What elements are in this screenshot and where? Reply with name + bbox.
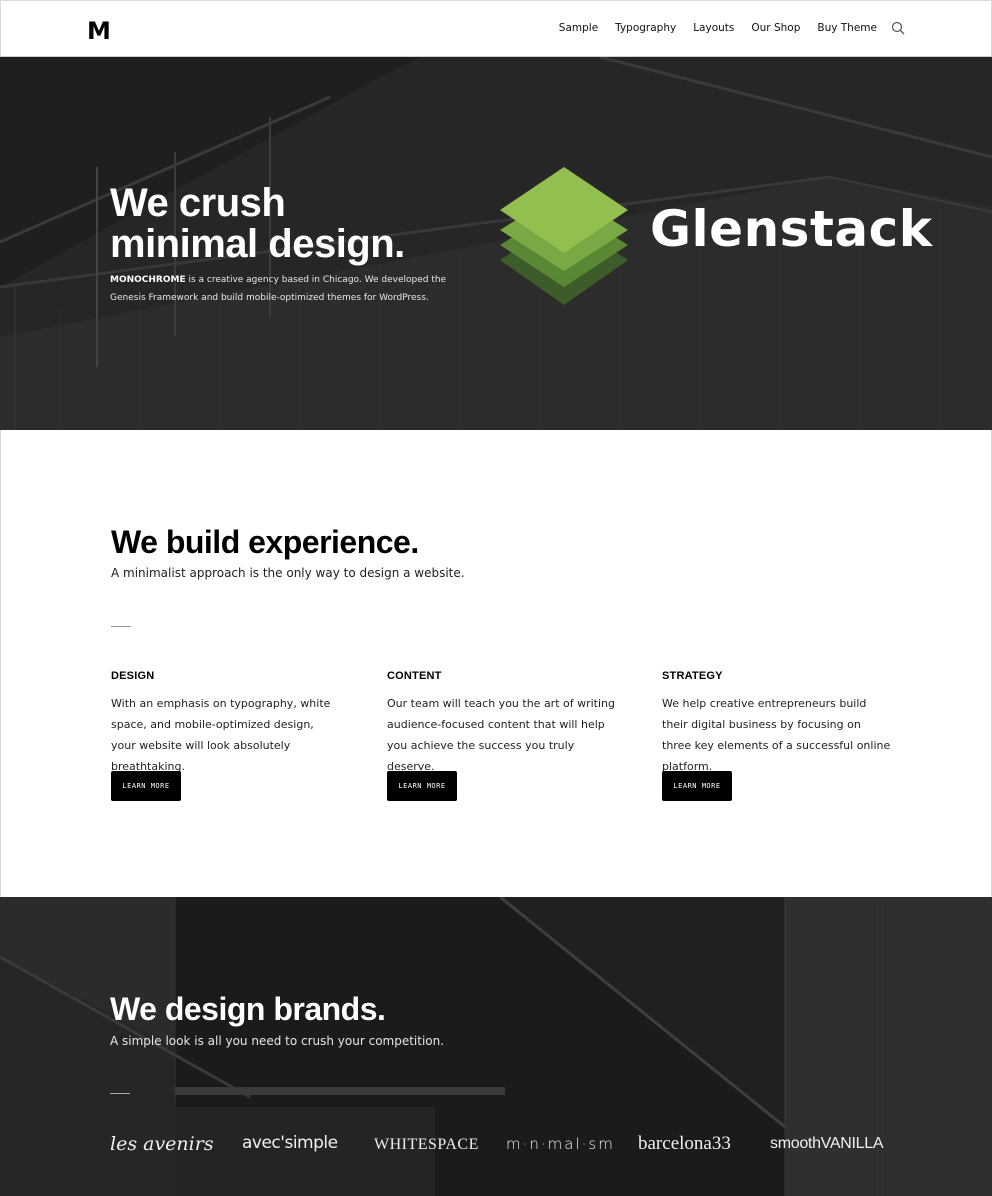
brand-logo-les-avenirs: les avenirs (110, 1133, 214, 1155)
nav-item-sample[interactable]: Sample (559, 22, 598, 34)
brand-logo-avec-simple: avec'simple (242, 1133, 338, 1153)
learn-more-button[interactable]: LEARN MORE (387, 771, 457, 801)
brand-logo-barcelona33: barcelona33 (638, 1133, 731, 1154)
experience-title: We build experience. (111, 524, 419, 560)
brand-logo-whitespace: WHITESPACE (374, 1136, 479, 1153)
site-header: M Sample Typography Layouts Our Shop Buy… (0, 0, 992, 57)
feature-text: We help creative entrepreneurs build the… (662, 697, 891, 773)
brands-title: We design brands. (110, 991, 386, 1027)
feature-column-strategy: STRATEGY We help creative entrepreneurs … (662, 670, 892, 801)
nav-item-layouts[interactable]: Layouts (693, 22, 734, 34)
section-divider (110, 1093, 130, 1094)
hero-section: We crush minimal design. MONOCHROME is a… (0, 57, 992, 430)
brand-logo-minimalism: m·n·mal·sm (506, 1135, 615, 1153)
main-nav: Sample Typography Layouts Our Shop Buy T… (542, 21, 905, 35)
hero-brand-name: MONOCHROME (110, 275, 186, 285)
learn-more-button[interactable]: LEARN MORE (662, 771, 732, 801)
nav-item-our-shop[interactable]: Our Shop (751, 22, 800, 34)
brands-section: We design brands. A simple look is all y… (0, 897, 992, 1196)
hero-desc-line2: Genesis Framework and build mobile-optim… (110, 293, 429, 303)
nav-item-buy-theme[interactable]: Buy Theme (817, 22, 877, 34)
feature-text: Our team will teach you the art of writi… (387, 697, 616, 773)
site-logo[interactable]: M (87, 17, 111, 45)
feature-heading: CONTENT (387, 670, 442, 682)
feature-text: With an emphasis on typography, white sp… (111, 697, 331, 773)
brand-logo-list: les avenirs avec'simple WHITESPACE m·n·m… (110, 1133, 890, 1163)
glenstack-logo-icon (500, 167, 628, 305)
brand-logo-smooth-vanilla: smoothVANILLA (770, 1135, 884, 1152)
experience-section: We build experience. A minimalist approa… (0, 430, 992, 897)
feature-column-design: DESIGN With an emphasis on typography, w… (111, 670, 341, 801)
glenstack-wordmark: Glenstack (650, 200, 933, 258)
feature-heading: STRATEGY (662, 670, 723, 682)
section-divider (111, 626, 131, 627)
hero-title-line2: minimal design. (110, 222, 405, 266)
hero-title: We crush minimal design. (110, 183, 405, 265)
feature-column-content: CONTENT Our team will teach you the art … (387, 670, 617, 801)
hero-description: MONOCHROME is a creative agency based in… (110, 271, 450, 307)
learn-more-button[interactable]: LEARN MORE (111, 771, 181, 801)
hero-desc-line1: is a creative agency based in Chicago. W… (185, 275, 447, 285)
nav-item-typography[interactable]: Typography (615, 22, 676, 34)
brands-subtitle: A simple look is all you need to crush y… (110, 1034, 445, 1048)
feature-heading: DESIGN (111, 670, 155, 682)
search-icon[interactable] (891, 21, 905, 35)
hero-title-line1: We crush (110, 181, 286, 225)
experience-subtitle: A minimalist approach is the only way to… (111, 566, 465, 580)
